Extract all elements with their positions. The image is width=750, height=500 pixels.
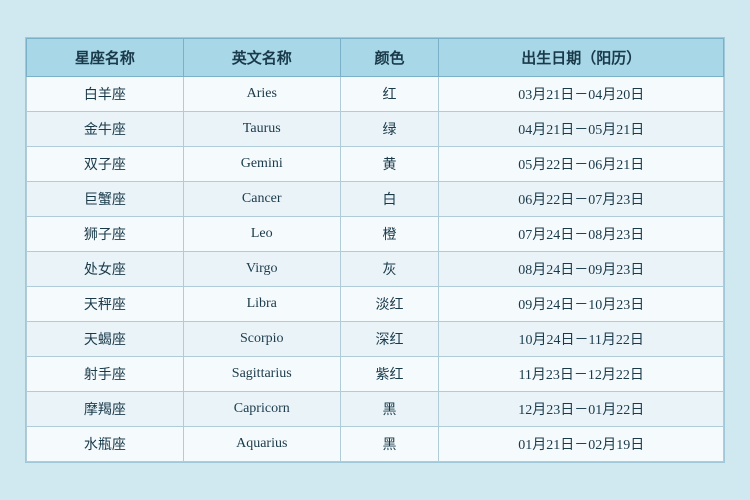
header-english-name: 英文名称 [183, 39, 340, 77]
cell-chinese-name: 白羊座 [27, 77, 184, 112]
cell-dates: 03月21日－04月20日 [439, 77, 724, 112]
cell-chinese-name: 狮子座 [27, 217, 184, 252]
table-row: 白羊座Aries红03月21日－04月20日 [27, 77, 724, 112]
cell-dates: 04月21日－05月21日 [439, 112, 724, 147]
cell-color: 橙 [340, 217, 439, 252]
cell-color: 绿 [340, 112, 439, 147]
cell-dates: 01月21日－02月19日 [439, 427, 724, 462]
zodiac-table-container: 星座名称 英文名称 颜色 出生日期（阳历） 白羊座Aries红03月21日－04… [25, 37, 725, 463]
header-dates: 出生日期（阳历） [439, 39, 724, 77]
table-header-row: 星座名称 英文名称 颜色 出生日期（阳历） [27, 39, 724, 77]
cell-chinese-name: 射手座 [27, 357, 184, 392]
cell-dates: 09月24日－10月23日 [439, 287, 724, 322]
header-color: 颜色 [340, 39, 439, 77]
table-row: 双子座Gemini黄05月22日－06月21日 [27, 147, 724, 182]
header-chinese-name: 星座名称 [27, 39, 184, 77]
cell-color: 黄 [340, 147, 439, 182]
cell-color: 淡红 [340, 287, 439, 322]
cell-dates: 06月22日－07月23日 [439, 182, 724, 217]
cell-color: 深红 [340, 322, 439, 357]
cell-english-name: Scorpio [183, 322, 340, 357]
cell-color: 红 [340, 77, 439, 112]
cell-color: 紫红 [340, 357, 439, 392]
cell-dates: 08月24日－09月23日 [439, 252, 724, 287]
cell-chinese-name: 金牛座 [27, 112, 184, 147]
cell-dates: 10月24日－11月22日 [439, 322, 724, 357]
cell-english-name: Gemini [183, 147, 340, 182]
cell-dates: 07月24日－08月23日 [439, 217, 724, 252]
cell-color: 黑 [340, 427, 439, 462]
table-row: 金牛座Taurus绿04月21日－05月21日 [27, 112, 724, 147]
table-row: 天秤座Libra淡红09月24日－10月23日 [27, 287, 724, 322]
cell-english-name: Libra [183, 287, 340, 322]
cell-english-name: Cancer [183, 182, 340, 217]
table-row: 巨蟹座Cancer白06月22日－07月23日 [27, 182, 724, 217]
cell-chinese-name: 天蝎座 [27, 322, 184, 357]
cell-color: 灰 [340, 252, 439, 287]
table-body: 白羊座Aries红03月21日－04月20日金牛座Taurus绿04月21日－0… [27, 77, 724, 462]
table-row: 狮子座Leo橙07月24日－08月23日 [27, 217, 724, 252]
cell-english-name: Aries [183, 77, 340, 112]
cell-english-name: Capricorn [183, 392, 340, 427]
cell-chinese-name: 天秤座 [27, 287, 184, 322]
cell-dates: 11月23日－12月22日 [439, 357, 724, 392]
table-row: 水瓶座Aquarius黑01月21日－02月19日 [27, 427, 724, 462]
cell-chinese-name: 摩羯座 [27, 392, 184, 427]
cell-english-name: Sagittarius [183, 357, 340, 392]
cell-chinese-name: 巨蟹座 [27, 182, 184, 217]
cell-color: 白 [340, 182, 439, 217]
cell-english-name: Leo [183, 217, 340, 252]
cell-chinese-name: 双子座 [27, 147, 184, 182]
table-row: 射手座Sagittarius紫红11月23日－12月22日 [27, 357, 724, 392]
cell-dates: 05月22日－06月21日 [439, 147, 724, 182]
cell-english-name: Virgo [183, 252, 340, 287]
table-row: 摩羯座Capricorn黑12月23日－01月22日 [27, 392, 724, 427]
zodiac-table: 星座名称 英文名称 颜色 出生日期（阳历） 白羊座Aries红03月21日－04… [26, 38, 724, 462]
cell-chinese-name: 水瓶座 [27, 427, 184, 462]
cell-english-name: Aquarius [183, 427, 340, 462]
cell-chinese-name: 处女座 [27, 252, 184, 287]
table-row: 处女座Virgo灰08月24日－09月23日 [27, 252, 724, 287]
cell-dates: 12月23日－01月22日 [439, 392, 724, 427]
cell-color: 黑 [340, 392, 439, 427]
table-row: 天蝎座Scorpio深红10月24日－11月22日 [27, 322, 724, 357]
cell-english-name: Taurus [183, 112, 340, 147]
